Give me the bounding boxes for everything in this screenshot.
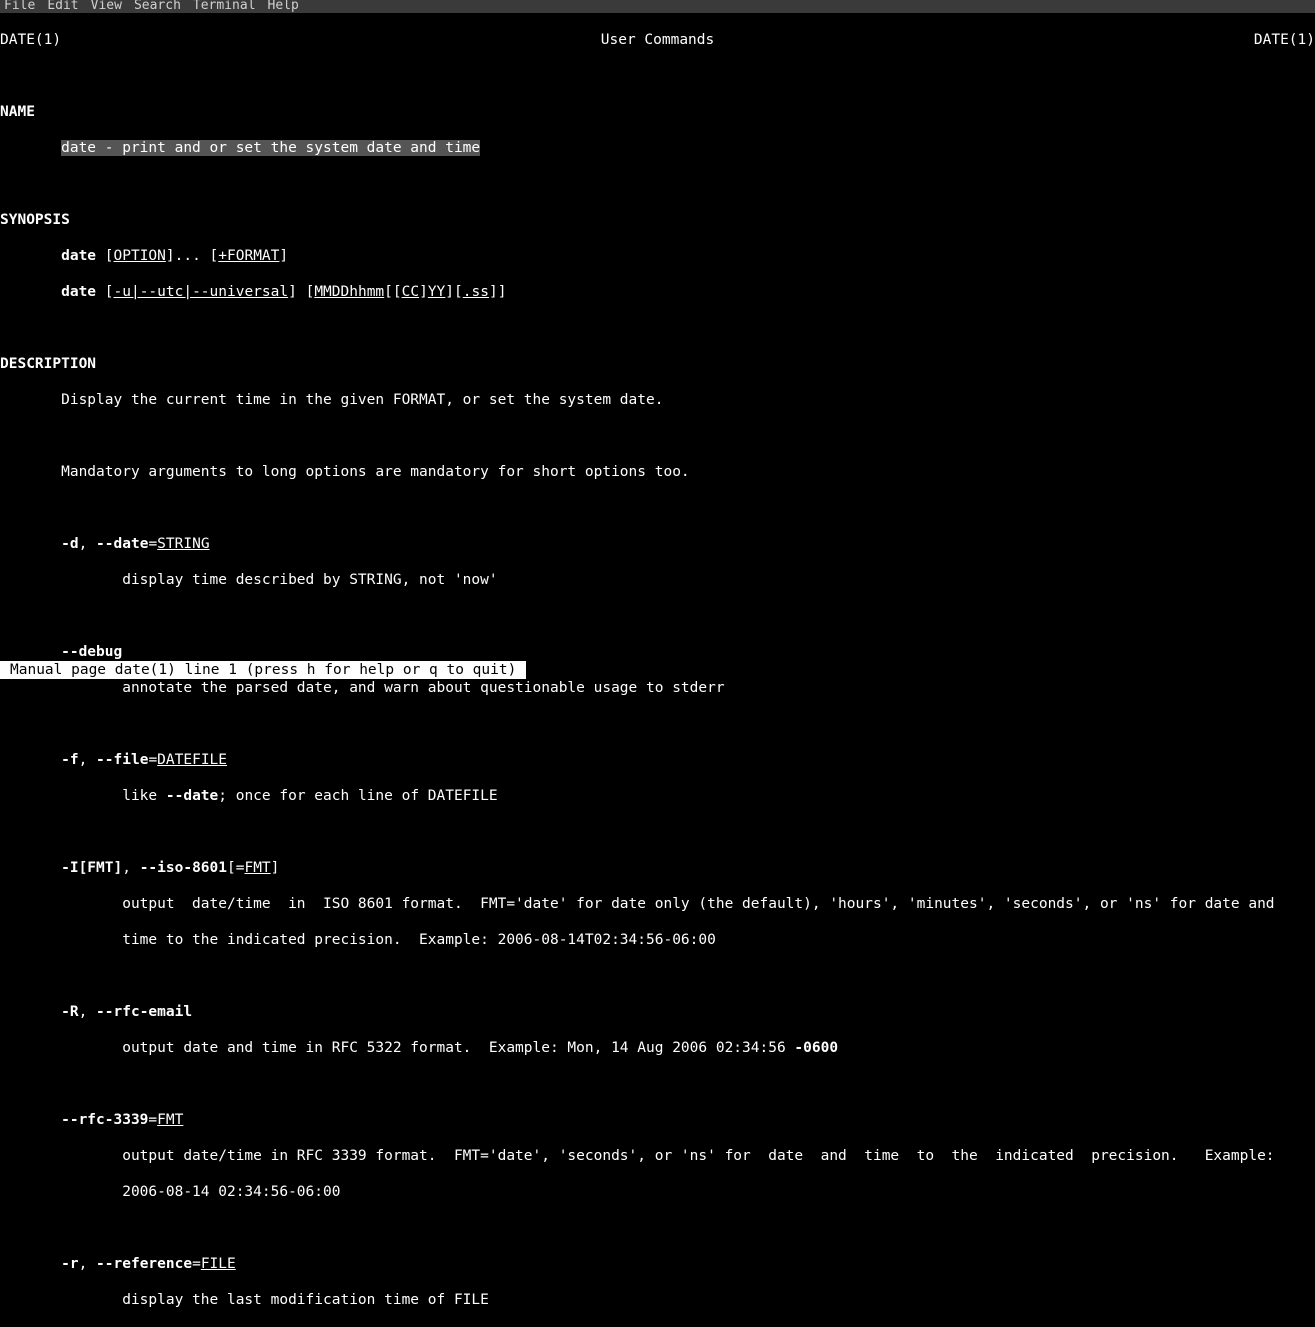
option-rfc-email: -R, --rfc-email: [0, 1003, 1315, 1021]
menu-terminal[interactable]: Terminal: [193, 0, 256, 11]
option-d: -d, --date=STRING: [0, 535, 1315, 553]
menu-file[interactable]: File: [4, 0, 35, 11]
menubar: File Edit View Search Terminal Help: [0, 0, 1315, 13]
menu-edit[interactable]: Edit: [47, 0, 78, 11]
option-rfc-3339-desc-2: 2006-08-14 02:34:56-06:00: [0, 1183, 1315, 1201]
section-description: DESCRIPTION: [0, 356, 96, 372]
option-rfc-3339-desc: output date/time in RFC 3339 format. FMT…: [0, 1147, 1315, 1165]
menu-help[interactable]: Help: [268, 0, 299, 11]
man-header: DATE(1)User CommandsDATE(1): [0, 31, 1315, 49]
highlighted-text: date - print and or set the system date …: [61, 140, 480, 156]
menu-search[interactable]: Search: [134, 0, 181, 11]
description-text: Display the current time in the given FO…: [0, 391, 1315, 409]
option-rfc-email-desc: output date and time in RFC 5322 format.…: [0, 1039, 1315, 1057]
section-name: NAME: [0, 104, 35, 120]
option-f-desc: like --date; once for each line of DATEF…: [0, 787, 1315, 805]
option-reference: -r, --reference=FILE: [0, 1255, 1315, 1273]
option-iso-desc-2: time to the indicated precision. Example…: [0, 931, 1315, 949]
option-iso-desc: output date/time in ISO 8601 format. FMT…: [0, 895, 1315, 913]
synopsis-line-1: date [OPTION]... [+FORMAT]: [0, 247, 1315, 265]
status-line: Manual page date(1) line 1 (press h for …: [0, 661, 526, 679]
option-iso: -I[FMT], --iso-8601[=FMT]: [0, 859, 1315, 877]
option-reference-desc: display the last modification time of FI…: [0, 1291, 1315, 1309]
option-rfc-3339: --rfc-3339=FMT: [0, 1111, 1315, 1129]
option-debug: --debug: [0, 643, 1315, 661]
section-synopsis: SYNOPSIS: [0, 212, 70, 228]
option-debug-desc: annotate the parsed date, and warn about…: [0, 679, 1315, 697]
menu-view[interactable]: View: [91, 0, 122, 11]
description-text-2: Mandatory arguments to long options are …: [0, 463, 1315, 481]
option-d-desc: display time described by STRING, not 'n…: [0, 571, 1315, 589]
option-f: -f, --file=DATEFILE: [0, 751, 1315, 769]
synopsis-line-2: date [-u|--utc|--universal] [MMDDhhmm[[C…: [0, 283, 1315, 301]
